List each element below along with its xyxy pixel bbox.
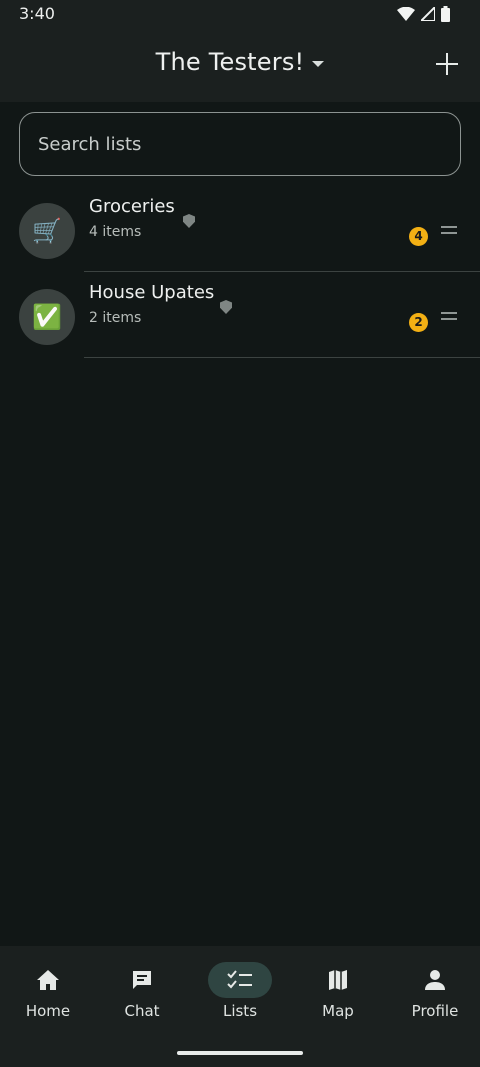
list-item-count: 4 items [89, 224, 142, 240]
count-badge: 2 [409, 313, 428, 332]
wifi-icon [397, 7, 415, 21]
nav-label: Lists [222, 1002, 258, 1020]
list-title: Groceries [89, 196, 175, 217]
status-icons [397, 6, 450, 22]
chevron-down-icon [312, 61, 325, 67]
divider [84, 357, 480, 358]
group-selector[interactable]: The Testers! [0, 48, 480, 76]
list-item[interactable]: 🛒 Groceries 4 items 4 [0, 186, 480, 272]
nav-item-profile[interactable]: Profile [387, 946, 480, 1036]
nav-item-chat[interactable]: Chat [94, 946, 190, 1036]
status-bar: 3:40 [0, 0, 480, 28]
nav-label: Chat [124, 1002, 160, 1020]
search-input[interactable]: Search lists [19, 112, 461, 176]
page-title: The Testers! [155, 48, 305, 76]
list-title: House Upates [89, 282, 215, 303]
checklist-icon [208, 962, 272, 998]
app-bar: The Testers! [0, 28, 480, 102]
battery-icon [441, 6, 450, 22]
search-placeholder: Search lists [38, 134, 142, 155]
drag-handle-icon[interactable] [441, 226, 457, 236]
status-time: 3:40 [19, 4, 55, 23]
list-item[interactable]: ✅ House Upates 2 items 2 [0, 272, 480, 358]
signal-icon [421, 7, 435, 21]
count-badge: 4 [409, 227, 428, 246]
nav-label: Profile [411, 1002, 459, 1020]
map-icon [306, 962, 370, 998]
nav-item-lists[interactable]: Lists [192, 946, 288, 1036]
cart-icon: 🛒 [19, 203, 75, 259]
chat-icon [110, 962, 174, 998]
nav-label: Map [322, 1002, 354, 1020]
person-icon [403, 962, 467, 998]
shield-icon [183, 214, 195, 228]
drag-handle-icon[interactable] [441, 312, 457, 322]
checkmark-icon: ✅ [19, 289, 75, 345]
list-item-count: 2 items [89, 310, 142, 326]
home-icon [16, 962, 80, 998]
nav-item-map[interactable]: Map [290, 946, 386, 1036]
nav-label: Home [25, 1002, 71, 1020]
gesture-bar [177, 1051, 303, 1055]
nav-item-home[interactable]: Home [0, 946, 96, 1036]
shield-icon [220, 300, 232, 314]
bottom-navigation: Home Chat Lists Map Profile [0, 946, 480, 1067]
add-list-button[interactable] [436, 53, 458, 75]
